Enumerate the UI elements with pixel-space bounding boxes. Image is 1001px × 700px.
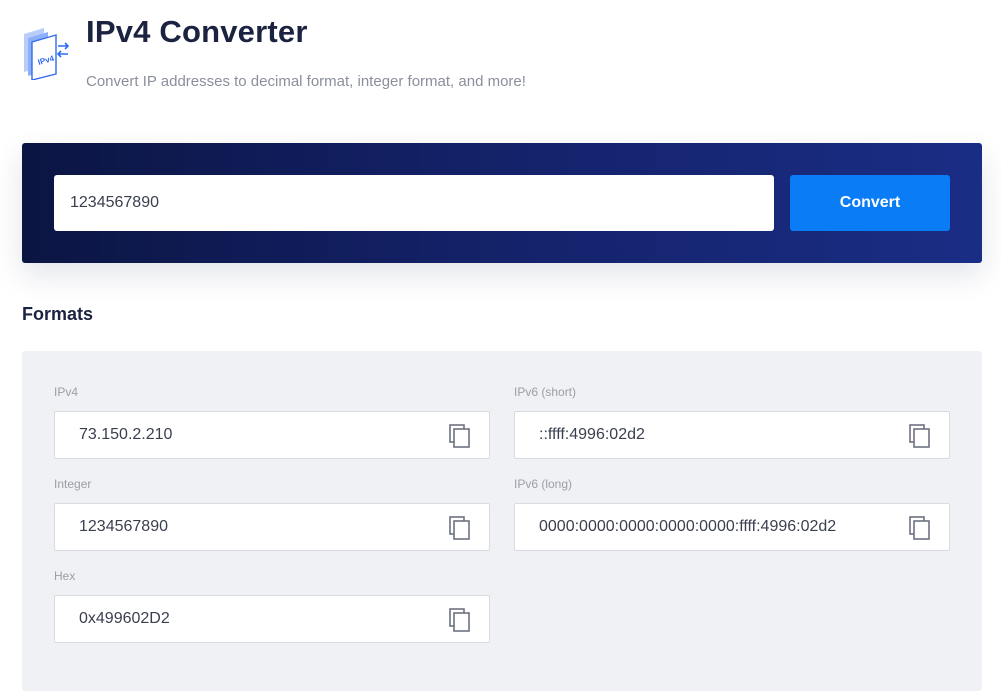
integer-field[interactable]: 1234567890	[54, 503, 490, 551]
hex-value: 0x499602D2	[79, 610, 170, 627]
ipv6-long-value: 0000:0000:0000:0000:0000:ffff:4996:02d2	[539, 518, 837, 535]
ipv6-short-value: ::ffff:4996:02d2	[539, 426, 645, 443]
integer-label: Integer	[54, 477, 92, 491]
ip-input[interactable]	[54, 175, 774, 231]
ipv4-label: IPv4	[54, 385, 79, 399]
hex-label: Hex	[54, 569, 76, 583]
formats-heading: Formats	[22, 304, 94, 324]
ipv6-short-field[interactable]: ::ffff:4996:02d2	[514, 411, 950, 459]
page-title: IPv4 Converter	[86, 14, 308, 49]
ipv6-short-label: IPv6 (short)	[514, 385, 577, 399]
ipv4-field[interactable]: 73.150.2.210	[54, 411, 490, 459]
integer-value: 1234567890	[79, 518, 168, 535]
copy-icon[interactable]	[909, 516, 931, 540]
convert-button[interactable]: Convert	[790, 175, 950, 231]
hex-field[interactable]: 0x499602D2	[54, 595, 490, 643]
copy-icon[interactable]	[909, 424, 931, 448]
ipv6-long-label: IPv6 (long)	[514, 477, 573, 491]
copy-icon[interactable]	[449, 608, 471, 632]
ipv6-long-field[interactable]: 0000:0000:0000:0000:0000:ffff:4996:02d2	[514, 503, 950, 551]
copy-icon[interactable]	[449, 516, 471, 540]
page: IPv4 IPv4 Converter Convert IP addresses…	[0, 0, 1001, 700]
formats-panel: IPv4 73.150.2.210 Integer 1234567890 Hex	[22, 351, 982, 691]
convert-banner: Convert	[22, 143, 982, 263]
ipv4-value: 73.150.2.210	[79, 426, 173, 443]
page-subtitle: Convert IP addresses to decimal format, …	[86, 73, 526, 90]
ipv4-logo-icon: IPv4	[22, 26, 72, 81]
copy-icon[interactable]	[449, 424, 471, 448]
